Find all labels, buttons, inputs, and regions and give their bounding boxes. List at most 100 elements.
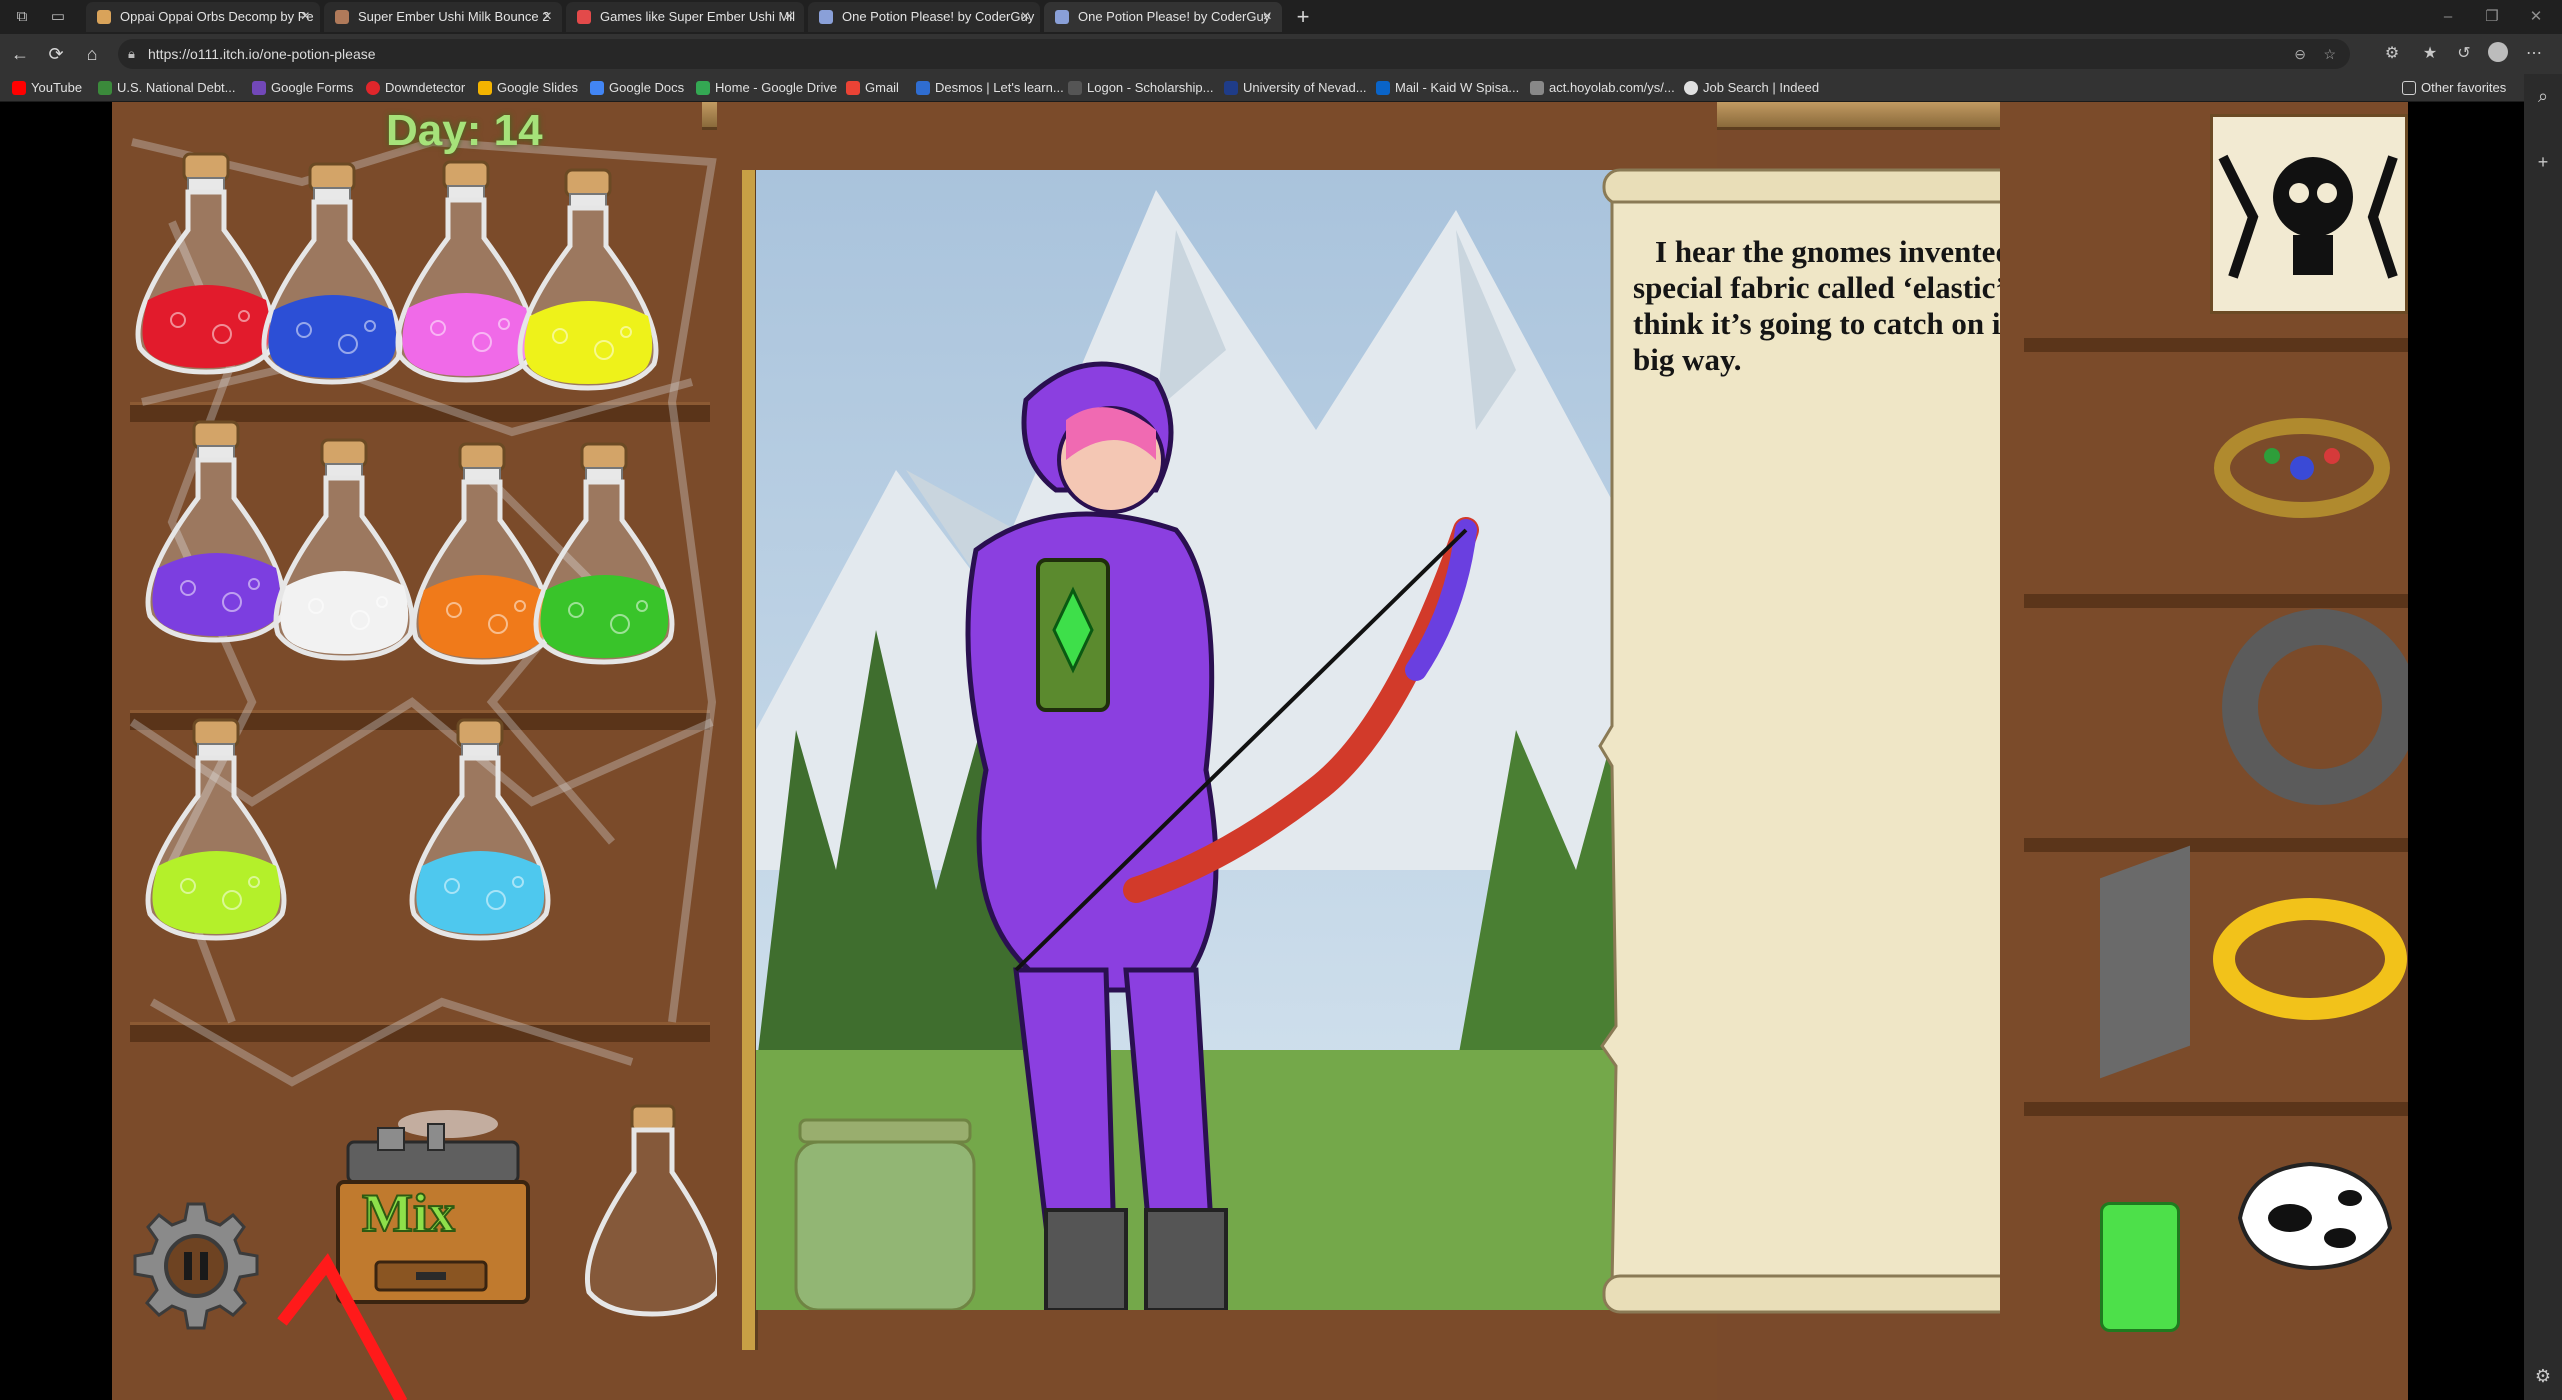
bookmark-google-docs[interactable]: Google Docs [590,78,684,98]
bookmark-hoyolab[interactable]: act.hoyolab.com/ys/... [1530,78,1675,98]
potion-green[interactable] [524,440,675,665]
tab-1[interactable]: Oppai Oppai Orbs Decomp by Pe × [86,2,320,32]
tab-4[interactable]: One Potion Please! by CoderGuy × [808,2,1040,32]
extensions-icon[interactable]: ⚙ [2380,42,2404,66]
potion-flask-icon [145,718,287,941]
tab-favicon-icon [819,10,833,24]
search-icon[interactable]: ⌕ [2531,84,2555,108]
stone-ring-icon [2222,609,2408,805]
day-counter: Day: 14 [386,106,543,155]
bookmark-downdetector[interactable]: Downdetector [366,78,465,98]
bookmark-mail[interactable]: Mail - Kaid W Spisa... [1376,78,1519,98]
tab-favicon-icon [97,10,111,24]
potion-flask-icon [409,718,551,941]
close-tab-icon[interactable]: × [785,2,794,32]
potion-yellow[interactable] [508,166,659,391]
bookmark-google-drive[interactable]: Home - Google Drive [696,78,837,98]
potion-flask-icon [533,442,675,665]
tab-2[interactable]: Super Ember Ushi Milk Bounce 2 × [324,2,562,32]
red-annotation-stroke [277,1253,408,1400]
lock-icon: 🔒︎ [128,46,135,61]
youtube-icon [12,81,26,95]
favorite-star-icon[interactable]: ☆ [2323,39,2336,69]
cow-fur[interactable] [2230,1148,2400,1278]
google-docs-icon [590,81,604,95]
potion-lime[interactable] [136,716,287,941]
back-icon[interactable]: ← [8,42,32,66]
url-input[interactable]: 🔒︎ https://o111.itch.io/one-potion-pleas… [118,39,2350,69]
close-tab-icon[interactable]: × [543,2,552,32]
restore-icon[interactable]: ❐ [2480,6,2504,28]
tab-5-active[interactable]: One Potion Please! by CoderGuy × [1044,2,1282,32]
close-tab-icon[interactable]: × [1021,2,1030,32]
empty-flask[interactable] [577,1102,727,1317]
bookmarks-bar: YouTube U.S. National Debt... Google For… [0,74,2562,102]
bookmark-youtube[interactable]: YouTube [12,78,82,98]
potion-cyan[interactable] [400,716,551,941]
cow-fur-icon [2237,1161,2393,1271]
new-tab-icon[interactable]: + [1288,2,1318,32]
bookmark-indeed[interactable]: Job Search | Indeed [1684,78,1819,98]
bookmark-university[interactable]: University of Nevad... [1224,78,1367,98]
history-icon[interactable]: ↺ [2452,42,2476,66]
menu-dots-icon[interactable]: ⋯ [2522,42,2546,66]
shelf-board [2024,838,2408,852]
potion-flask-icon [517,168,659,391]
shelf-board [2024,338,2408,352]
glass-jar [794,1118,976,1310]
customer-scene [756,170,1714,1310]
bookmark-desmos[interactable]: Desmos | Let's learn... [916,78,1064,98]
desmos-icon [916,81,930,95]
bookmark-scholarship[interactable]: Logon - Scholarship... [1068,78,1213,98]
bookmark-national-debt[interactable]: U.S. National Debt... [98,78,236,98]
metal-scrap[interactable] [2100,845,2190,1079]
profile-avatar-icon[interactable] [2486,42,2510,66]
skull-poster[interactable] [2210,114,2408,314]
game-canvas[interactable]: Day: 14 Mix I hear the gnomes invented a… [112,102,2408,1400]
folder-icon [2402,81,2416,95]
google-slides-icon [478,81,492,95]
bookmark-google-forms[interactable]: Google Forms [252,78,353,98]
bookmark-gmail[interactable]: Gmail [846,78,899,98]
tab-actions-icon[interactable]: ▭ [46,6,70,28]
potion-blue[interactable] [252,160,403,385]
add-sidebar-app-icon[interactable]: + [2531,150,2555,174]
tab-favicon-icon [335,10,349,24]
tab-title: Oppai Oppai Orbs Decomp by Pe [120,9,314,24]
favorites-icon[interactable]: ★ [2418,42,2442,66]
tab-favicon-icon [1055,10,1069,24]
outlook-icon [1376,81,1390,95]
tab-title: One Potion Please! by CoderGuy [842,9,1035,24]
gmail-icon [846,81,860,95]
minimize-icon[interactable]: – [2436,6,2460,28]
university-icon [1224,81,1238,95]
close-tab-icon[interactable]: × [1263,2,1272,32]
tab-title: One Potion Please! by CoderGuy [1078,9,1271,24]
bookmark-google-slides[interactable]: Google Slides [478,78,578,98]
tab-favicon-icon [577,10,591,24]
sidebar-settings-icon[interactable]: ⚙ [2531,1364,2555,1388]
home-icon[interactable]: ⌂ [80,42,104,66]
stone-ring[interactable] [2220,602,2408,812]
downdetector-icon [366,81,380,95]
tab-3[interactable]: Games like Super Ember Ushi Mil × [566,2,804,32]
workspaces-icon[interactable]: ⧉ [10,6,34,28]
gold-ring[interactable] [2212,884,2408,1034]
potion-flask-icon [273,438,415,661]
close-window-icon[interactable]: ✕ [2524,6,2548,28]
url-text: https://o111.itch.io/one-potion-please [148,46,376,62]
potion-white[interactable] [264,436,415,661]
reload-icon[interactable]: ⟳ [44,42,68,66]
gold-ring-icon [2213,898,2407,1020]
close-tab-icon[interactable]: × [301,2,310,32]
hoyolab-icon [1530,81,1544,95]
bookmark-other-favorites[interactable]: Other favorites [2402,78,2506,98]
reader-mode-icon[interactable]: ⊖ [2294,39,2306,69]
pause-settings-button[interactable] [130,1200,262,1332]
address-bar: ← ⟳ ⌂ 🔒︎ https://o111.itch.io/one-potion… [0,34,2562,74]
green-vial[interactable] [2100,1202,2180,1332]
gear-pause-icon [133,1202,259,1330]
gold-amulet[interactable] [2212,398,2392,528]
info-icon [1684,81,1698,95]
amulet-icon [2214,418,2390,518]
